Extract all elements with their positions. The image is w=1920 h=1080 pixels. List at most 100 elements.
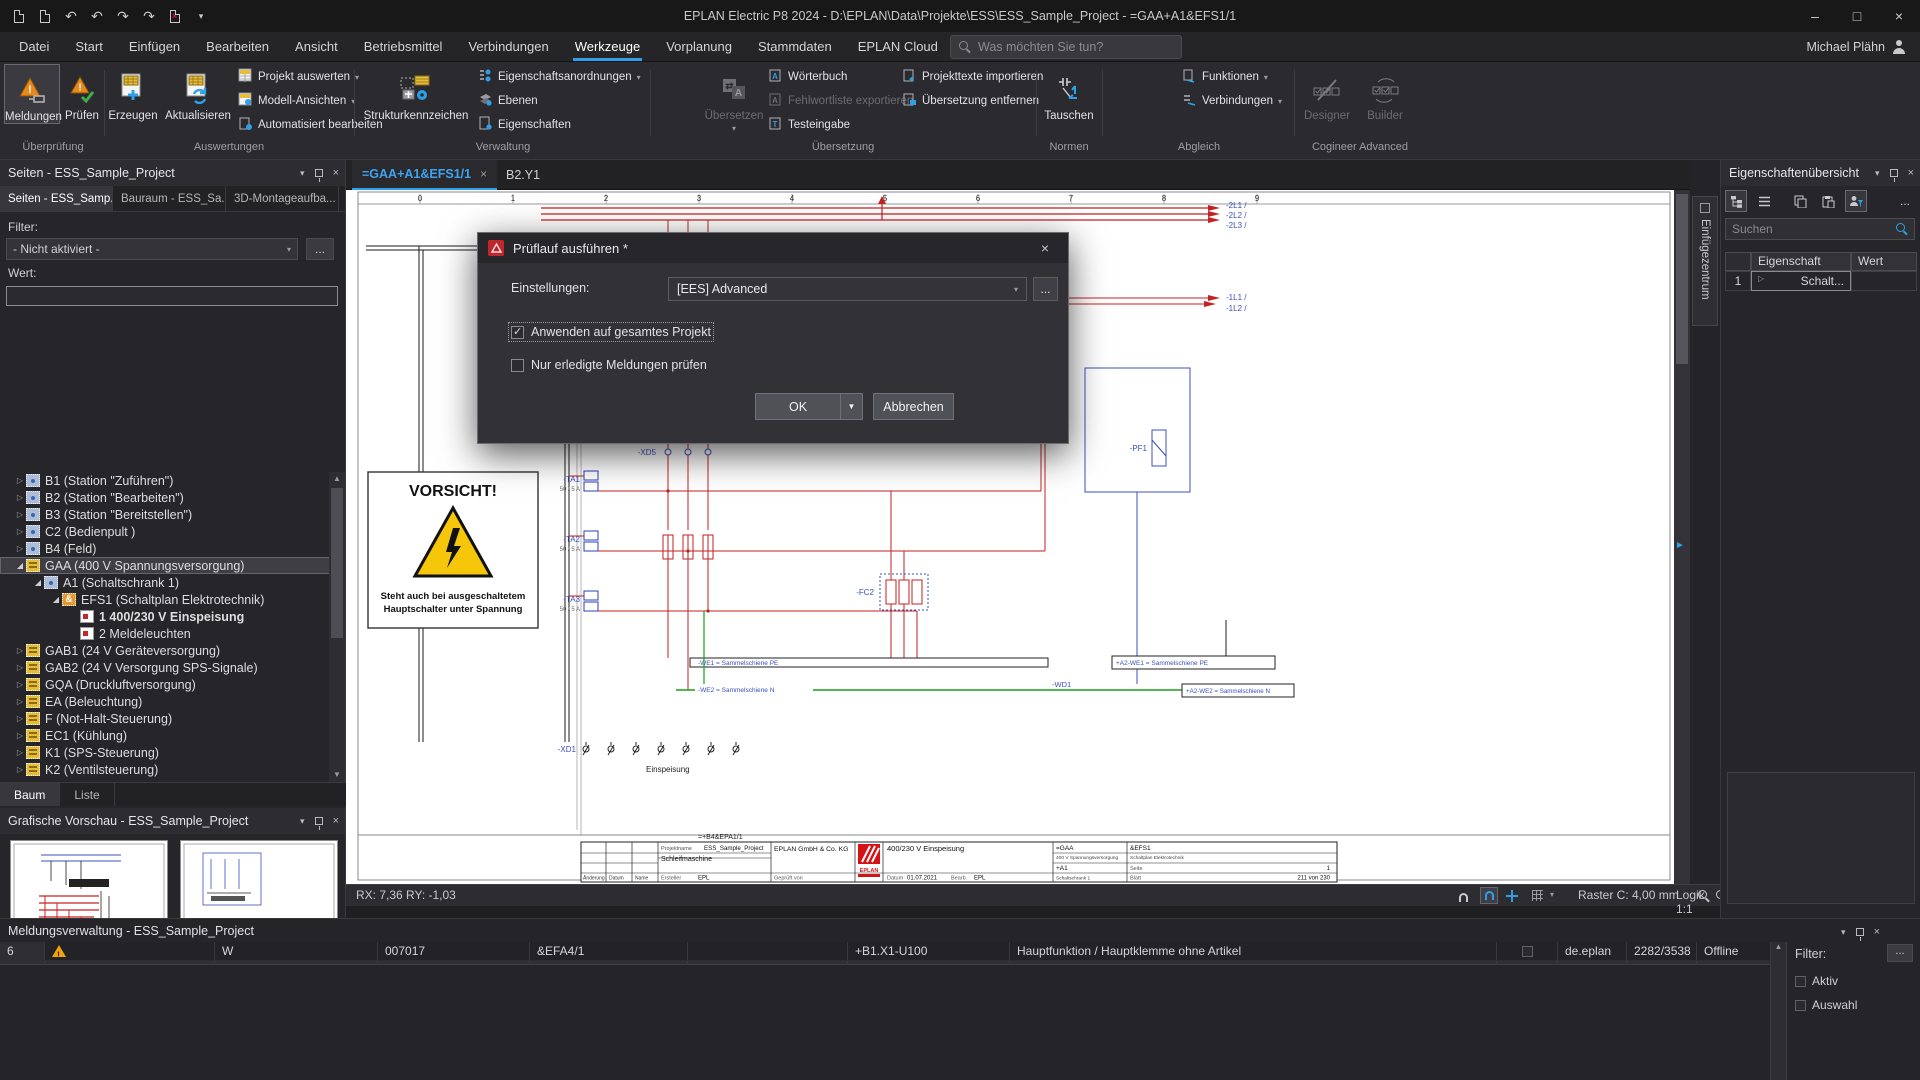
column-header-wert[interactable]: Wert — [1851, 252, 1917, 271]
new-page-icon[interactable] — [8, 4, 30, 28]
anwenden-checkbox-row[interactable]: Anwenden auf gesamtes Projekt — [511, 325, 711, 339]
verbindungen-button[interactable]: Verbindungen▾ — [1182, 90, 1282, 112]
menu-tab[interactable]: Ansicht — [282, 33, 351, 61]
search-box[interactable] — [950, 35, 1182, 59]
tree-expand-icon[interactable] — [14, 476, 26, 485]
ok-button[interactable]: OK — [755, 393, 841, 420]
uebersetzung-entfernen-button[interactable]: Übersetzung entfernen — [902, 90, 1039, 112]
flyout-arrow-icon[interactable]: ► — [1675, 540, 1685, 551]
properties-search-input[interactable] — [1732, 222, 1872, 236]
tree-expand-icon[interactable] — [14, 561, 26, 570]
dialog-close-button[interactable]: × — [1032, 240, 1058, 256]
ok-dropdown-button[interactable]: ▼ — [840, 393, 863, 420]
properties-search-box[interactable] — [1725, 218, 1915, 240]
insert-center-tab[interactable]: Einfügezentrum — [1692, 196, 1718, 326]
open-page-icon[interactable] — [34, 4, 56, 28]
menu-tab[interactable]: Einfügen — [116, 33, 193, 61]
tree-expand-icon[interactable] — [14, 493, 26, 502]
panel-menu-icon[interactable]: ▾ — [1875, 168, 1880, 179]
fehlwortliste-button[interactable]: A Fehlwortliste exportieren — [768, 90, 913, 112]
tree-item[interactable]: GQA (Druckluftversorgung) — [0, 676, 330, 693]
search-input[interactable] — [978, 40, 1158, 54]
tree-expand-icon[interactable] — [50, 595, 62, 604]
menu-tab[interactable]: Vorplanung — [653, 33, 745, 61]
wert-input[interactable] — [6, 286, 338, 306]
snap-icon[interactable] — [1459, 891, 1468, 905]
tree-expand-icon[interactable] — [14, 697, 26, 706]
tree-item[interactable]: GAB2 (24 V Versorgung SPS-Signale) — [0, 659, 330, 676]
menu-tab[interactable]: Stammdaten — [745, 33, 845, 61]
tree-item[interactable]: K2 (Ventilsteuerung) — [0, 761, 330, 778]
more-options-button[interactable]: ... — [1894, 190, 1916, 212]
editor-tab-inactive[interactable]: B2.Y1 — [496, 160, 550, 190]
aktiv-checkbox[interactable] — [1795, 976, 1806, 987]
crosshair-icon[interactable] — [1506, 890, 1518, 905]
menu-tab[interactable]: Verbindungen — [455, 33, 561, 61]
maximize-button[interactable]: □ — [1836, 0, 1878, 32]
erzeugen-button[interactable]: Erzeugen — [106, 64, 160, 122]
tree-item[interactable]: K1 (SPS-Steuerung) — [0, 744, 330, 761]
panel-close-icon[interactable]: × — [333, 815, 339, 827]
redo-icon[interactable]: ↷ — [112, 4, 134, 28]
tree-item[interactable]: A1 (Schaltschrank 1) — [0, 574, 330, 591]
uebersetzen-button[interactable]: ⇄A Übersetzen▾ — [702, 64, 766, 134]
undo-list-icon[interactable]: ↶ — [60, 4, 82, 28]
menu-tab[interactable]: EPLAN Cloud — [845, 33, 951, 61]
tree-item[interactable]: B2 (Station "Bearbeiten") — [0, 489, 330, 506]
tree-item[interactable]: EC1 (Kühlung) — [0, 727, 330, 744]
einstellungen-select[interactable]: [EES] Advanced ▾ — [668, 277, 1027, 301]
erledigt-cell[interactable] — [1497, 942, 1558, 961]
tree-item[interactable]: EFS1 (Schaltplan Elektrotechnik) — [0, 591, 330, 608]
tree-expand-icon[interactable] — [32, 578, 44, 587]
filter-select[interactable]: - Nicht aktiviert - ▾ — [6, 238, 298, 260]
funktionen-button[interactable]: Funktionen▾ — [1182, 66, 1268, 88]
tauschen-button[interactable]: Tauschen — [1041, 64, 1097, 122]
tree-expand-icon[interactable] — [14, 748, 26, 757]
view-tab[interactable]: Liste — [60, 783, 114, 806]
pin-icon[interactable] — [315, 817, 323, 825]
ebenen-button[interactable]: Ebenen — [478, 90, 538, 112]
menu-tab[interactable]: Bearbeiten — [193, 33, 282, 61]
menu-tab[interactable]: Betriebsmittel — [351, 33, 456, 61]
anwenden-checkbox[interactable] — [511, 326, 524, 339]
einstellungen-browse-button[interactable]: ... — [1033, 277, 1058, 301]
menu-tab[interactable]: Datei — [6, 33, 62, 61]
pin-icon[interactable] — [1856, 928, 1864, 936]
zoom-in-icon[interactable] — [1698, 890, 1710, 905]
erledigte-checkbox[interactable] — [511, 359, 524, 372]
menu-tab[interactable]: Werkzeuge — [562, 33, 654, 61]
projekttexte-importieren-button[interactable]: Projekttexte importieren — [902, 66, 1043, 88]
editor-tab-active[interactable]: =GAA+A1&EFS1/1 × — [352, 160, 497, 190]
panel-tab[interactable]: Bauraum - ESS_Sa... — [113, 186, 226, 211]
eigenschaftsanordnungen-button[interactable]: Eigenschaftsanordnungen▾ — [478, 66, 641, 88]
tree-item[interactable]: GAA (400 V Spannungsversorgung) — [0, 557, 330, 574]
user-account[interactable]: Michael Plähn — [1806, 32, 1906, 62]
panel-tab[interactable]: Seiten - ESS_Samp... — [0, 186, 113, 211]
panel-tab[interactable]: 3D-Montageaufba... — [226, 186, 339, 211]
messages-scrollbar[interactable]: ▲ — [1770, 942, 1786, 1080]
value-cell[interactable] — [1851, 271, 1917, 291]
tree-expand-icon[interactable] — [14, 544, 26, 553]
menu-tab[interactable]: Start — [62, 33, 115, 61]
panel-close-icon[interactable]: × — [1874, 926, 1880, 938]
view-tab[interactable]: Baum — [0, 783, 60, 806]
tree-expand-icon[interactable] — [14, 714, 26, 723]
tree-expand-icon[interactable] — [14, 527, 26, 536]
canvas-scrollbar[interactable]: ► — [1674, 190, 1690, 884]
testeingabe-button[interactable]: T Testeingabe — [768, 114, 850, 136]
erledigte-checkbox-row[interactable]: Nur erledigte Meldungen prüfen — [511, 358, 707, 372]
filter-auswahl-row[interactable]: Auswahl — [1795, 998, 1857, 1012]
object-snap-icon[interactable] — [1480, 887, 1498, 904]
panel-menu-icon[interactable]: ▾ — [300, 816, 305, 827]
filter-user-icon[interactable] — [1845, 190, 1867, 212]
aktualisieren-button[interactable]: Aktualisieren — [162, 64, 234, 122]
grid-chevron-icon[interactable]: ▾ — [1550, 890, 1554, 899]
meldungen-button[interactable]: ! Meldungen — [4, 64, 60, 124]
close-button[interactable]: × — [1878, 0, 1920, 32]
copy-icon[interactable] — [1789, 190, 1811, 212]
eigenschaften-button[interactable]: Eigenschaften — [478, 114, 571, 136]
undo-icon[interactable]: ↶ — [86, 4, 108, 28]
grid-icon[interactable] — [1532, 890, 1543, 904]
tree-item[interactable]: GAB1 (24 V Geräteversorgung) — [0, 642, 330, 659]
panel-close-icon[interactable]: × — [333, 167, 339, 179]
